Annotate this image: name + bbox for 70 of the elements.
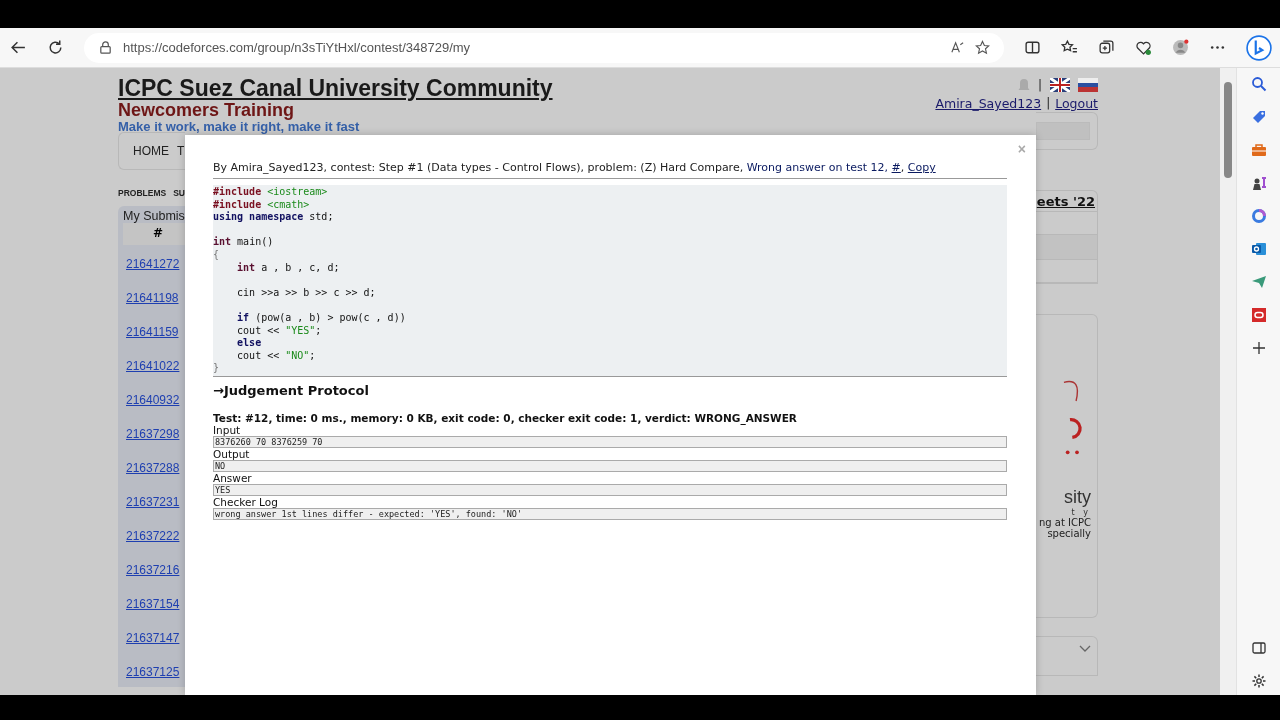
submission-id-link[interactable]: 21637298 [126, 427, 185, 449]
split-screen-icon[interactable] [1024, 39, 1041, 56]
add-icon[interactable] [1250, 340, 1267, 356]
header-link[interactable]: Copy [907, 161, 936, 174]
submission-id-link[interactable]: 21637125 [126, 665, 185, 687]
output-box: 8376260 70 8376259 70 [213, 435, 1007, 448]
column-header: # [123, 223, 185, 245]
test-summary: Test: #12, time: 0 ms., memory: 0 KB, exit code: 0, checker exit code: 1, verdict: WRONG_ANSWER [213, 411, 798, 424]
submission-id-link[interactable]: 21637288 [126, 461, 185, 483]
sidebar-text: ng at ICPC [1038, 517, 1091, 528]
collections-icon[interactable] [1098, 39, 1115, 56]
section-label: Answer [213, 471, 253, 484]
submission-id-link[interactable]: 21637231 [126, 495, 185, 517]
scrollbar[interactable] [1220, 68, 1236, 695]
submission-id-link[interactable]: 21641272 [126, 257, 185, 279]
username-link[interactable]: Amira_Sayed123 [935, 96, 1042, 111]
read-aloud-icon[interactable] [950, 40, 965, 55]
submission-id-link[interactable]: 21637154 [126, 597, 185, 619]
logo-text: t y [1071, 508, 1091, 517]
submission-id-link[interactable]: 21637222 [126, 529, 185, 551]
app-icon[interactable] [1250, 307, 1267, 323]
profile-avatar-icon[interactable] [1172, 39, 1189, 56]
mail-icon[interactable] [1250, 241, 1267, 257]
section-heading: →Judgement Protocol [213, 375, 1007, 398]
training-subtitle: Newcomers Training [118, 100, 296, 120]
address-bar[interactable]: https://codeforces.com/group/n3sTiYtHxl/contest/348729/my [84, 32, 1004, 63]
community-title[interactable]: ICPC Suez Canal University Community [118, 76, 553, 100]
lock-icon[interactable] [98, 40, 113, 55]
settings-icon[interactable] [1250, 673, 1267, 689]
section-label: Checker Log [213, 495, 279, 508]
logo-text: sity [1064, 487, 1091, 508]
submission-info: By Amira_Sayed123, contest: Step #1 (Data types - Control Flows), problem: (Z) Hard Compare, Wrong answer on test 12, #, Copy [213, 161, 1007, 179]
bing-chat-icon[interactable] [1246, 34, 1272, 61]
refresh-icon[interactable] [47, 39, 64, 56]
sidebar-toggle-icon[interactable] [1250, 640, 1267, 656]
ring-logo-icon[interactable] [1250, 208, 1267, 224]
paper-plane-icon[interactable] [1250, 274, 1267, 290]
english-flag-icon[interactable] [1050, 78, 1070, 92]
submission-id-link[interactable]: 21637216 [126, 563, 185, 585]
menu-item[interactable]: HOME [133, 144, 169, 158]
briefcase-icon[interactable] [1250, 142, 1267, 158]
section-label: Output [213, 447, 251, 460]
separator-text: | [1046, 96, 1051, 111]
separator-text: | [1037, 78, 1042, 92]
russian-flag-icon[interactable] [1078, 78, 1098, 92]
search-icon[interactable] [1250, 76, 1267, 92]
chevron-down-icon[interactable] [1079, 645, 1091, 653]
back-icon[interactable] [10, 39, 27, 56]
tagline: Make it work, make it right, make it fast [118, 120, 361, 134]
sidebar-text: specially [1047, 528, 1091, 539]
submission-id-link[interactable]: 21637147 [126, 631, 185, 653]
submission-id-link[interactable]: 21641022 [126, 359, 185, 381]
logout-link[interactable]: Logout [1055, 96, 1098, 111]
header-link[interactable]: # [891, 161, 901, 174]
output-box: wrong answer 1st lines differ - expected: 'YES', found: 'NO' [213, 507, 1007, 520]
submenu-item[interactable]: SU [173, 188, 185, 198]
search-field[interactable] [1036, 122, 1090, 140]
menu-item[interactable]: T [177, 144, 185, 158]
submission-id-link[interactable]: 21641159 [126, 325, 185, 347]
submenu-item[interactable]: PROBLEMS [118, 188, 167, 198]
submission-id-link[interactable]: 21640932 [126, 393, 185, 415]
panel-title: My Submis [123, 209, 185, 223]
heart-icon[interactable] [1135, 39, 1152, 56]
section-label: Input [213, 423, 242, 436]
code-listing: #include <iostream> #include <cmath> using namespace std; int main() { int a , b , c, d; cin >>a >> b >> c >> d; if (pow(a , b) > pow(c , d)) cout << "YES"; else cout << "NO"; } [213, 185, 1007, 376]
chess-pieces-icon[interactable] [1250, 175, 1267, 191]
output-box: YES [213, 483, 1007, 496]
submission-id-link[interactable]: 21641198 [126, 291, 185, 313]
star-icon[interactable] [975, 40, 990, 55]
output-box: NO [213, 459, 1007, 472]
